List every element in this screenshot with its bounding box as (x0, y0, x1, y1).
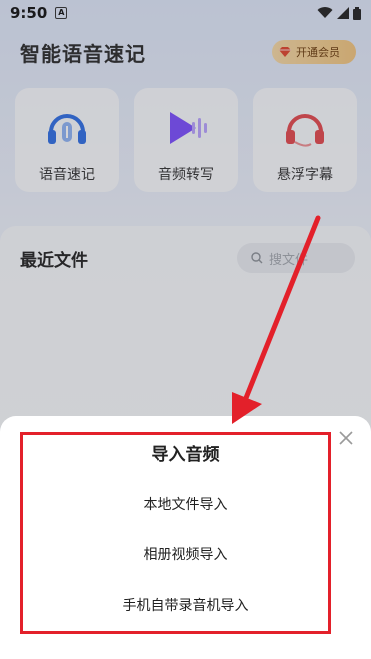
import-phone-recorder-option[interactable]: 手机自带录音机导入 (60, 588, 311, 622)
sheet-title: 导入音频 (151, 445, 220, 465)
import-local-file-option[interactable]: 本地文件导入 (60, 487, 311, 521)
import-album-video-option[interactable]: 相册视频导入 (60, 537, 311, 571)
